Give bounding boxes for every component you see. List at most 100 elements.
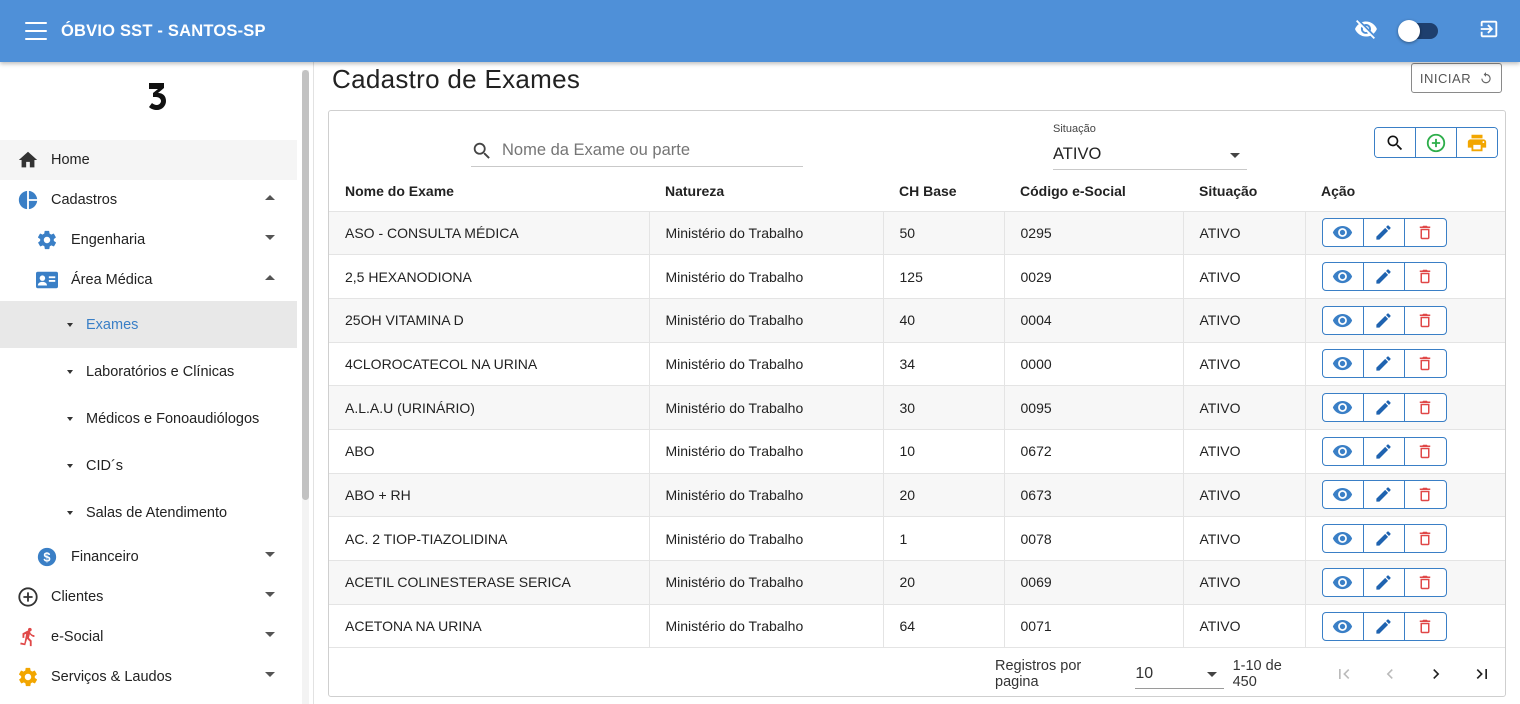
delete-button[interactable] (1405, 263, 1446, 290)
sidebar-item-label: Engenharia (71, 232, 146, 248)
sidebar-item-salas[interactable]: Salas de Atendimento (0, 490, 297, 537)
sidebar-item-label: Serviços & Laudos (51, 668, 172, 685)
view-button[interactable] (1323, 306, 1364, 334)
table-row[interactable]: 2,5 HEXANODIONA Ministério do Trabalho 125… (329, 254, 1505, 299)
logout-icon[interactable] (1478, 18, 1500, 45)
table-cell: Ministério do Trabalho (649, 298, 884, 343)
sidebar-item-laboratorios[interactable]: Laboratórios e Clínicas (0, 348, 297, 395)
first-page-button[interactable] (1321, 659, 1367, 689)
print-icon (1467, 134, 1487, 151)
edit-button[interactable] (1364, 481, 1405, 509)
table-cell: 0095 (1004, 385, 1184, 430)
edit-button[interactable] (1364, 394, 1405, 422)
sidebar-item-area-medica[interactable]: Área Médica (0, 260, 297, 300)
delete-button[interactable] (1405, 613, 1446, 640)
print-button[interactable] (1457, 128, 1497, 157)
sidebar-item-medicos[interactable]: Médicos e Fonoaudiólogos (0, 395, 297, 442)
table-cell: ATIVO (1183, 342, 1306, 387)
delete-button[interactable] (1405, 525, 1446, 552)
sidebar-item-exames[interactable]: Exames (0, 301, 297, 349)
edit-button[interactable] (1364, 612, 1405, 640)
delete-button[interactable] (1405, 481, 1446, 508)
trash-icon (1416, 311, 1434, 330)
table-row[interactable]: ACETIL COLINESTERASE SERICA Ministério do… (329, 560, 1505, 605)
view-button[interactable] (1323, 263, 1364, 291)
dropdown-caret-icon (1230, 153, 1240, 158)
table-cell: AC. 2 TIOP-TIAZOLIDINA (329, 516, 650, 561)
table-row[interactable]: ABO Ministério do Trabalho 10 0672 ATIVO (329, 429, 1505, 474)
table-cell: 20 (883, 473, 1005, 518)
delete-button[interactable] (1405, 394, 1446, 421)
delete-button[interactable] (1405, 219, 1446, 246)
edit-button[interactable] (1364, 219, 1405, 247)
sidebar-item-cadastros[interactable]: Cadastros (0, 180, 297, 220)
edit-button[interactable] (1364, 263, 1405, 291)
column-header[interactable]: Natureza (649, 171, 883, 212)
sidebar-item-clientes[interactable]: Clientes (0, 577, 297, 617)
table-row[interactable]: ASO - CONSULTA MÉDICA Ministério do Traba… (329, 211, 1505, 256)
view-button[interactable] (1323, 612, 1364, 640)
column-header[interactable]: CH Base (883, 171, 1004, 212)
view-button[interactable] (1323, 219, 1364, 247)
table-cell: ASO - CONSULTA MÉDICA (329, 211, 650, 256)
row-actions (1321, 436, 1447, 466)
table-row[interactable]: 4CLOROCATECOL NA URINA Ministério do Trab… (329, 342, 1505, 387)
delete-button[interactable] (1405, 438, 1446, 465)
sidebar-item-engenharia[interactable]: Engenharia (0, 220, 297, 260)
view-button[interactable] (1323, 350, 1364, 378)
last-page-button[interactable] (1459, 659, 1505, 689)
view-button[interactable] (1323, 481, 1364, 509)
search-input[interactable] (502, 141, 782, 160)
trash-icon (1416, 398, 1434, 417)
theme-toggle[interactable] (1398, 20, 1438, 42)
sidebar-item-home[interactable]: Home (0, 140, 297, 180)
row-actions (1321, 349, 1447, 379)
eye-icon (1332, 222, 1353, 243)
sidebar-item-esocial[interactable]: e-Social (0, 617, 297, 657)
eye-off-icon[interactable] (1354, 17, 1378, 46)
next-page-button[interactable] (1413, 659, 1459, 689)
actions-cell (1305, 254, 1505, 299)
delete-button[interactable] (1405, 350, 1446, 377)
add-button[interactable] (1416, 128, 1457, 157)
view-button[interactable] (1323, 394, 1364, 422)
view-button[interactable] (1323, 437, 1364, 465)
sidebar-item-servicos[interactable]: Serviços & Laudos (0, 657, 297, 697)
situacao-select[interactable]: ATIVO (1053, 139, 1247, 170)
gear-icon (17, 666, 39, 688)
sidebar-scrollbar[interactable] (302, 70, 309, 704)
table-row[interactable]: ABO + RH Ministério do Trabalho 20 0673 ATIV… (329, 473, 1505, 518)
column-header[interactable]: Nome do Exame (329, 171, 649, 212)
search-field[interactable] (471, 135, 803, 167)
table-row[interactable]: AC. 2 TIOP-TIAZOLIDINA Ministério do Trab… (329, 516, 1505, 561)
edit-button[interactable] (1364, 306, 1405, 334)
search-button[interactable] (1375, 128, 1416, 157)
edit-button[interactable] (1364, 437, 1405, 465)
column-header[interactable]: Situação (1183, 171, 1305, 212)
bullet-icon (67, 511, 73, 516)
view-button[interactable] (1323, 568, 1364, 596)
edit-button[interactable] (1364, 525, 1405, 553)
delete-button[interactable] (1405, 569, 1446, 596)
iniciar-button[interactable]: INICIAR (1411, 63, 1502, 93)
prev-page-button[interactable] (1367, 659, 1413, 689)
rows-per-page-select[interactable]: 10 (1135, 659, 1224, 689)
view-button[interactable] (1323, 525, 1364, 553)
edit-button[interactable] (1364, 350, 1405, 378)
table-row[interactable]: 25OH VITAMINA D Ministério do Trabalho 40 0… (329, 298, 1505, 343)
rows-per-page-value: 10 (1135, 664, 1154, 682)
table-cell: ATIVO (1183, 254, 1306, 299)
top-app-bar: ÓBVIO SST - SANTOS-SP (0, 0, 1520, 62)
table-row[interactable]: ACETONA NA URINA Ministério do Trabalho 64… (329, 604, 1505, 649)
sidebar-item-label: Clientes (51, 588, 104, 605)
table-row[interactable]: A.L.A.U (URINÁRIO) Ministério do Trabalho… (329, 385, 1505, 430)
sidebar-item-financeiro[interactable]: $ Financeiro (0, 537, 297, 577)
sidebar-item-cids[interactable]: CID´s (0, 443, 297, 490)
menu-icon[interactable] (25, 22, 47, 40)
column-header[interactable]: Código e-Social (1004, 171, 1183, 212)
edit-button[interactable] (1364, 568, 1405, 596)
table-cell: 0078 (1004, 516, 1184, 561)
pencil-icon (1374, 529, 1393, 548)
delete-button[interactable] (1405, 307, 1446, 334)
pencil-icon (1374, 354, 1393, 373)
